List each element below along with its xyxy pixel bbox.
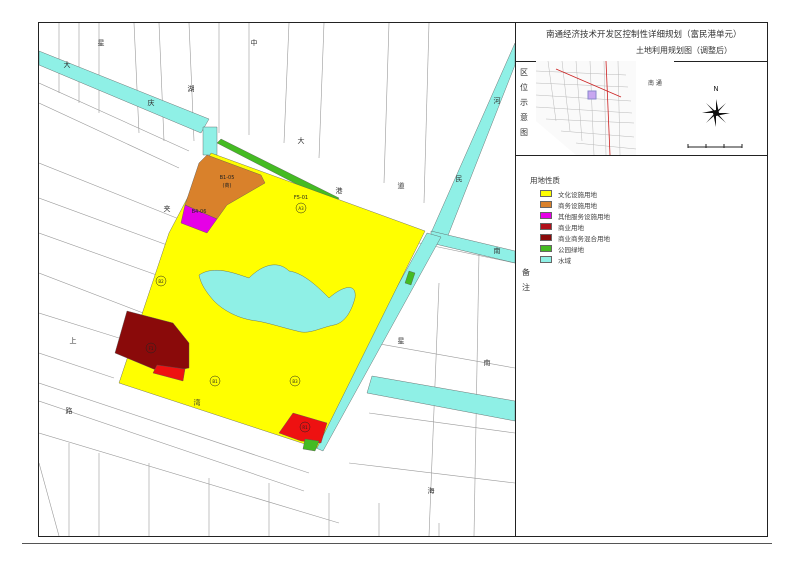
- road-label-16: 海: [428, 486, 435, 495]
- legend-swatch: [540, 190, 552, 197]
- legend-label: 文化设施用地: [558, 190, 597, 199]
- legend-swatch: [540, 245, 552, 252]
- marker-a3: A3: [298, 206, 304, 211]
- road-label-3: 大: [64, 60, 71, 69]
- road-label-4: 湖: [188, 84, 195, 93]
- label-b1-05-sub: (商): [223, 182, 232, 189]
- map-subtitle: 土地利用规划图（调整后）: [636, 46, 732, 55]
- road-label-13: 上: [70, 336, 77, 345]
- legend-item: 商业用地: [540, 221, 610, 232]
- road-label-9: 河: [494, 97, 501, 105]
- scale-bar: [686, 135, 746, 148]
- road-label-10: 港: [336, 186, 343, 195]
- compass-north-label: N: [713, 85, 718, 93]
- road-label-1: 星: [98, 39, 105, 47]
- title-block: 南通经济技术开发区控制性详细规划（富民港单元） 土地利用规划图（调整后）: [516, 23, 768, 62]
- location-inset: 南 通: [536, 61, 674, 155]
- road-label-6: 大: [298, 136, 305, 145]
- road-label-8: 民: [456, 175, 463, 183]
- marker-b1: B1: [212, 379, 218, 384]
- road-label-5: 庆: [148, 98, 155, 107]
- location-label: 区位示意图: [520, 68, 528, 137]
- marker-r1: R1: [302, 425, 308, 430]
- legend-item: 水域: [540, 254, 610, 265]
- panel-divider: [516, 155, 768, 156]
- legend-swatch: [540, 234, 552, 241]
- legend-label: 其他服务设施用地: [558, 212, 610, 221]
- legend-item: 商务设施用地: [540, 199, 610, 210]
- legend: 文化设施用地 商务设施用地其他服务设施用地 商业用地商业商务混合用地 公园绿地水域: [540, 188, 610, 265]
- legend-item: 商业商务混合用地: [540, 232, 610, 243]
- remark-label: 备注: [522, 268, 530, 292]
- road-label-15: 路: [66, 406, 73, 415]
- marker-b3: B3: [292, 379, 298, 384]
- planning-map[interactable]: B1-05 (商) B4-06 F5-01 A3 B2 F1 B1 B3 R1: [39, 23, 515, 536]
- label-f5-01: F5-01: [294, 195, 308, 201]
- road-label-18: 南: [484, 358, 491, 367]
- legend-swatch: [540, 201, 552, 208]
- legend-item: 文化设施用地: [540, 188, 610, 199]
- road-label-12: 夹: [164, 204, 171, 213]
- road-label-2: 中: [251, 38, 258, 47]
- legend-label: 商业用地: [558, 223, 584, 232]
- map-frame: B1-05 (商) B4-06 F5-01 A3 B2 F1 B1 B3 R1: [38, 22, 768, 537]
- marker-b2: B2: [158, 279, 164, 284]
- road-label-17: 星: [398, 337, 405, 345]
- side-panel: 南通经济技术开发区控制性详细规划（富民港单元） 土地利用规划图（调整后） 区位示…: [515, 23, 768, 536]
- legend-label: 商务设施用地: [558, 201, 597, 210]
- legend-label: 公园绿地: [558, 245, 584, 254]
- legend-item: 公园绿地: [540, 243, 610, 254]
- location-map: 南 通: [536, 61, 674, 155]
- label-b1-05: B1-05: [220, 175, 235, 181]
- footer-rule: [22, 543, 772, 544]
- legend-title: 用地性质: [530, 176, 560, 185]
- compass-rose-icon: [702, 99, 730, 127]
- inset-label: 南 通: [648, 79, 662, 87]
- marker-f1: F1: [149, 346, 154, 351]
- parcel-green-corner[interactable]: [302, 438, 320, 452]
- legend-swatch: [540, 223, 552, 230]
- road-label-14: 湾: [194, 398, 201, 407]
- road-label-11: 南: [494, 246, 501, 255]
- legend-label: 商业商务混合用地: [558, 234, 610, 243]
- legend-item: 其他服务设施用地: [540, 210, 610, 221]
- legend-label: 水域: [558, 256, 571, 265]
- map-canvas: B1-05 (商) B4-06 F5-01 A3 B2 F1 B1 B3 R1: [39, 23, 515, 536]
- map-title: 南通经济技术开发区控制性详细规划（富民港单元）: [546, 30, 742, 40]
- label-b4-06: B4-06: [192, 209, 207, 215]
- compass: N: [696, 83, 736, 133]
- road-label-7: 道: [398, 181, 405, 190]
- legend-swatch: [540, 256, 552, 263]
- legend-swatch: [540, 212, 552, 219]
